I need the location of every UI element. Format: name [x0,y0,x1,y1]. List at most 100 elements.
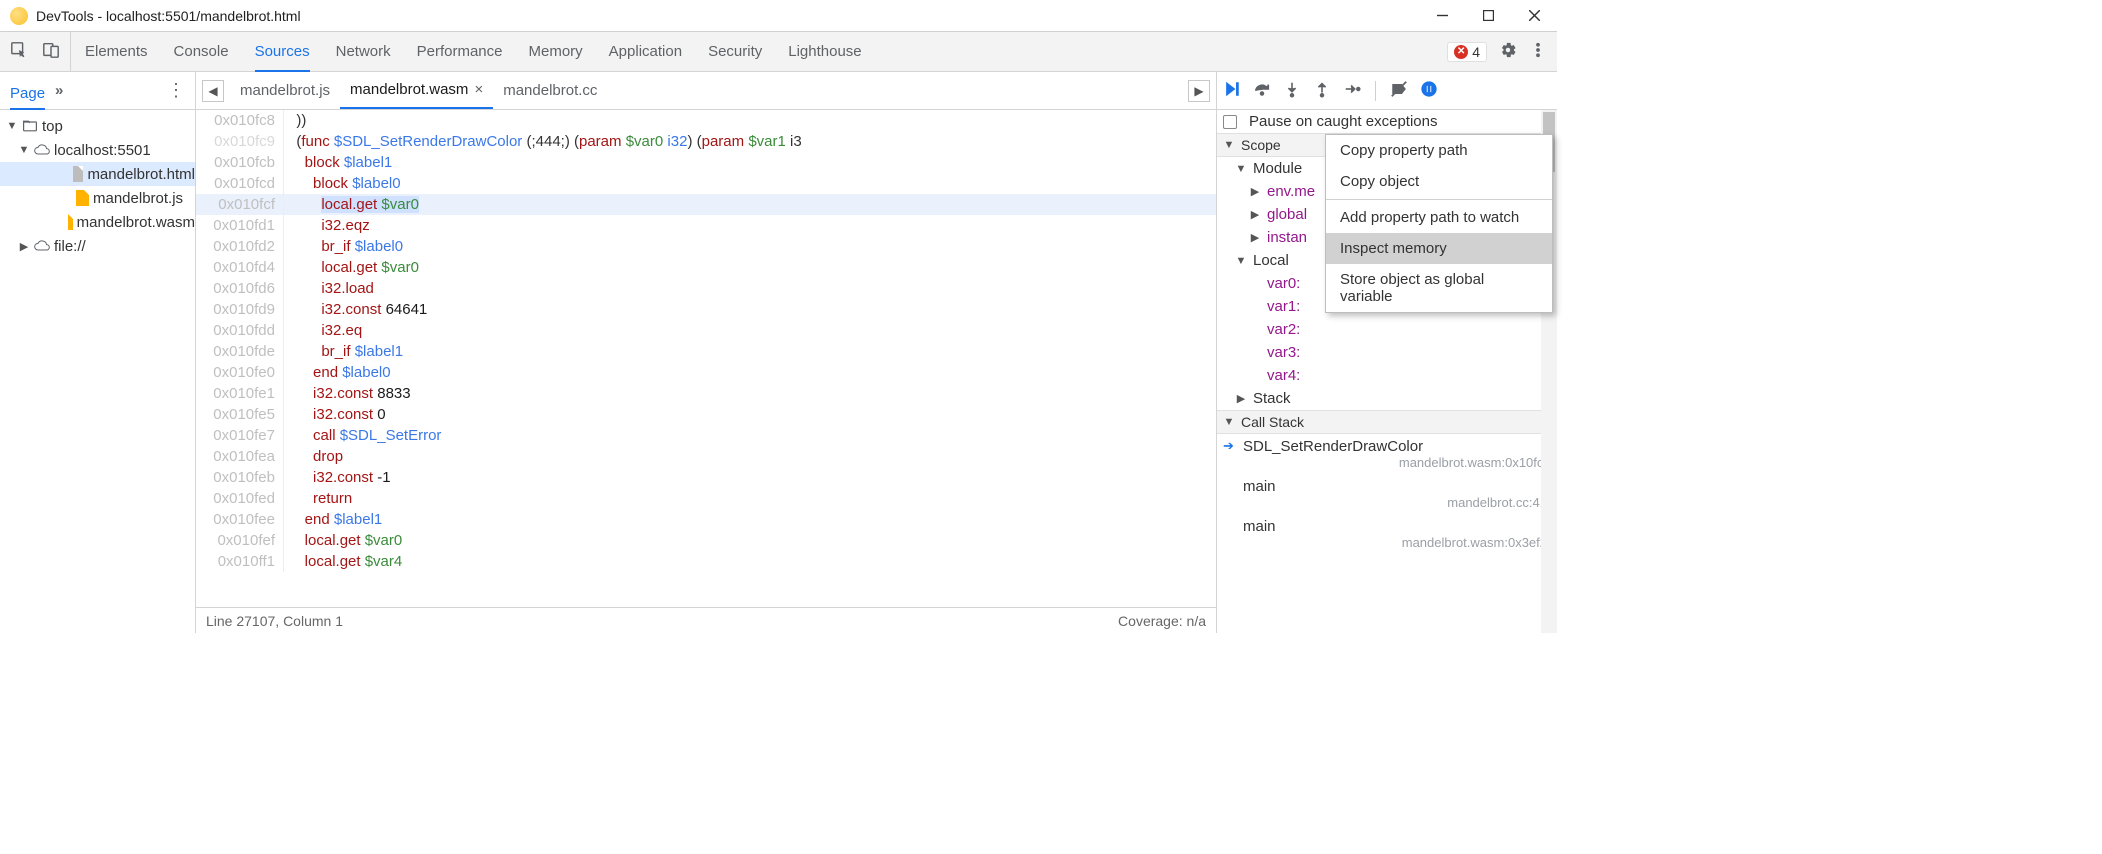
code-line[interactable]: 0x010fde br_if $label1 [196,341,1216,362]
file-tab[interactable]: mandelbrot.wasm× [340,72,493,109]
panel-tab-lighthouse[interactable]: Lighthouse [788,32,861,71]
scope-item[interactable]: var3: [1217,341,1557,364]
editor-tabs: ◀ mandelbrot.js mandelbrot.wasm×mandelbro… [196,72,1216,110]
code-text: br_if $label1 [284,341,403,362]
code-text: )) [284,110,306,131]
code-line[interactable]: 0x010feb i32.const -1 [196,467,1216,488]
code-line[interactable]: 0x010fc9 (func $SDL_SetRenderDrawColor (… [196,131,1216,152]
tree-item[interactable]: mandelbrot.js [0,186,195,210]
code-line[interactable]: 0x010fea drop [196,446,1216,467]
step-over-icon[interactable] [1253,80,1271,102]
callstack-section[interactable]: ▼Call Stack [1217,410,1557,434]
gutter-address: 0x010fd4 [196,257,284,278]
navigator-tab-page[interactable]: Page [10,73,45,110]
code-line[interactable]: 0x010ff1 local.get $var4 [196,551,1216,572]
context-menu-item[interactable]: Copy object [1326,166,1552,197]
window-minimize-button[interactable] [1419,0,1465,32]
window-maximize-button[interactable] [1465,0,1511,32]
code-line[interactable]: 0x010fcf local.get $var0 [196,194,1216,215]
expand-toggle-icon[interactable]: ▶ [18,240,30,253]
panel-tab-performance[interactable]: Performance [417,32,503,71]
settings-gear-icon[interactable] [1499,41,1517,63]
code-line[interactable]: 0x010fed return [196,488,1216,509]
file-js-icon [76,190,89,206]
code-line[interactable]: 0x010fd6 i32.load [196,278,1216,299]
tree-item[interactable]: mandelbrot.html [0,162,195,186]
code-line[interactable]: 0x010fe5 i32.const 0 [196,404,1216,425]
inspect-element-icon[interactable] [10,41,28,63]
callstack-frame[interactable]: SDL_SetRenderDrawColormandelbrot.wasm:0x… [1217,434,1557,474]
window-close-button[interactable] [1511,0,1557,32]
step-out-icon[interactable] [1313,80,1331,102]
code-text: i32.const -1 [284,467,391,488]
panel-tab-elements[interactable]: Elements [85,32,148,71]
resume-icon[interactable] [1223,80,1241,102]
error-count-badge[interactable]: ✕ 4 [1447,42,1487,62]
context-menu-item[interactable]: Inspect memory [1326,233,1552,264]
checkbox[interactable] [1223,115,1237,129]
tree-item[interactable]: mandelbrot.wasm [0,210,195,234]
code-line[interactable]: 0x010fef local.get $var0 [196,530,1216,551]
file-tab[interactable]: mandelbrot.js [230,72,340,109]
code-line[interactable]: 0x010fee end $label1 [196,509,1216,530]
gutter-address: 0x010fe1 [196,383,284,404]
code-line[interactable]: 0x010fcb block $label1 [196,152,1216,173]
callstack-frame[interactable]: mainmandelbrot.cc:41 [1217,474,1557,514]
device-mode-icon[interactable] [42,41,60,63]
panel-tab-network[interactable]: Network [336,32,391,71]
step-icon[interactable] [1343,80,1361,102]
code-editor[interactable]: 0x010fc8 ))0x010fc9 (func $SDL_SetRender… [196,110,1216,607]
devtools-app-icon [10,7,28,25]
gutter-address: 0x010fdd [196,320,284,341]
gutter-address: 0x010fe7 [196,425,284,446]
code-line[interactable]: 0x010fd9 i32.const 64641 [196,299,1216,320]
error-count: 4 [1472,44,1480,60]
code-line[interactable]: 0x010fc8 )) [196,110,1216,131]
deactivate-breakpoints-icon[interactable] [1390,80,1408,102]
more-menu-icon[interactable] [1529,41,1547,63]
code-line[interactable]: 0x010fcd block $label0 [196,173,1216,194]
tree-item[interactable]: ▶file:// [0,234,195,258]
callstack-frame[interactable]: mainmandelbrot.wasm:0x3ef2 [1217,514,1557,554]
navigator-menu-icon[interactable]: ⋮ [167,80,185,101]
debugger-toolbar [1217,72,1557,110]
expand-toggle-icon[interactable]: ▼ [18,144,30,156]
tree-item[interactable]: ▼top [0,114,195,138]
tree-item-label: mandelbrot.wasm [77,214,195,231]
gutter-address: 0x010fe5 [196,404,284,425]
error-icon: ✕ [1454,45,1468,59]
menu-separator [1326,199,1552,200]
scope-item[interactable]: var2: [1217,318,1557,341]
panel-tab-memory[interactable]: Memory [529,32,583,71]
context-menu-item[interactable]: Store object as global variable [1326,264,1552,312]
panel-tab-application[interactable]: Application [609,32,682,71]
panel-tab-console[interactable]: Console [174,32,229,71]
scope-stack[interactable]: ▶Stack [1217,387,1557,410]
close-tab-icon[interactable]: × [474,81,483,98]
panel-tab-security[interactable]: Security [708,32,762,71]
code-line[interactable]: 0x010fd1 i32.eqz [196,215,1216,236]
code-line[interactable]: 0x010fd4 local.get $var0 [196,257,1216,278]
code-line[interactable]: 0x010fe7 call $SDL_SetError [196,425,1216,446]
navigator-more-tabs-icon[interactable]: » [55,82,63,99]
file-tab[interactable]: mandelbrot.cc [493,72,607,109]
code-text: i32.const 64641 [284,299,427,320]
pause-on-caught-row[interactable]: Pause on caught exceptions [1217,110,1557,133]
code-line[interactable]: 0x010fe0 end $label0 [196,362,1216,383]
code-line[interactable]: 0x010fd2 br_if $label0 [196,236,1216,257]
gutter-address: 0x010feb [196,467,284,488]
gutter-address: 0x010fea [196,446,284,467]
editor-nav-back-icon[interactable]: ◀ [202,80,224,102]
editor-nav-fwd-icon[interactable]: ▶ [1188,80,1210,102]
expand-toggle-icon[interactable]: ▼ [6,120,18,132]
file-tab-label: mandelbrot.js [240,82,330,99]
code-line[interactable]: 0x010fe1 i32.const 8833 [196,383,1216,404]
code-line[interactable]: 0x010fdd i32.eq [196,320,1216,341]
pause-on-exceptions-icon[interactable] [1420,80,1438,102]
scope-item[interactable]: var4: [1217,364,1557,387]
tree-item[interactable]: ▼localhost:5501 [0,138,195,162]
context-menu-item[interactable]: Add property path to watch [1326,202,1552,233]
context-menu-item[interactable]: Copy property path [1326,135,1552,166]
step-into-icon[interactable] [1283,80,1301,102]
panel-tab-sources[interactable]: Sources [255,33,310,72]
